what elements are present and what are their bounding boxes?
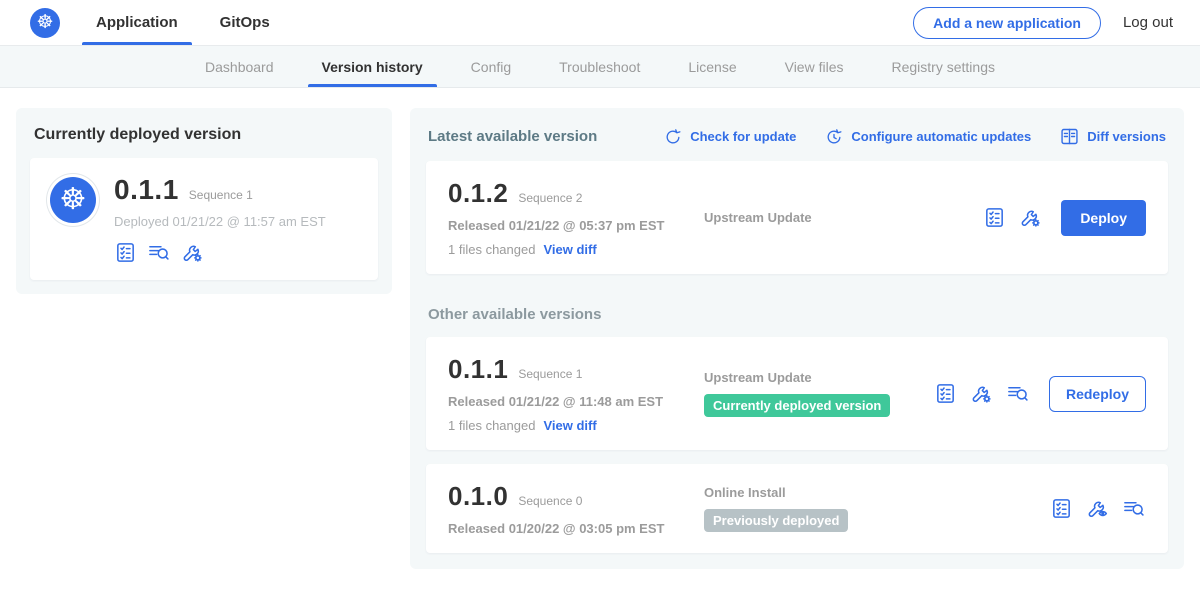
edit-config-icon[interactable] [970,382,993,405]
tab-view-files[interactable]: View files [761,46,868,87]
configure-automatic-updates-label: Configure automatic updates [851,129,1031,144]
deployed-action-icons [114,241,326,264]
sub-nav: Dashboard Version history Config Trouble… [0,46,1200,88]
preflight-checklist-icon[interactable] [934,382,957,405]
check-for-update-label: Check for update [690,129,796,144]
released-date: Released 01/21/22 @ 05:37 pm EST [448,218,704,233]
logs-icon[interactable] [1006,382,1030,405]
sequence-label: Sequence 2 [518,191,582,205]
edit-config-icon[interactable] [1019,206,1042,229]
logout-link[interactable]: Log out [1123,14,1173,31]
diff-versions-label: Diff versions [1087,129,1166,144]
files-changed-label: 1 files changed [448,418,535,433]
released-date: Released 01/21/22 @ 11:48 am EST [448,394,704,409]
currently-deployed-title: Currently deployed version [34,126,374,144]
deployed-version-card: ☸ 0.1.1 Sequence 1 Deployed 01/21/22 @ 1… [30,158,378,280]
preflight-checklist-icon[interactable] [983,206,1006,229]
tab-license[interactable]: License [664,46,760,87]
version-source-label: Upstream Update [704,370,812,385]
app-tabs: Application GitOps [82,0,298,45]
version-card-0-1-1: 0.1.1 Sequence 1 Released 01/21/22 @ 11:… [426,337,1168,450]
view-config-icon[interactable] [1086,497,1109,520]
deployed-sequence-label: Sequence 1 [189,188,253,202]
version-source-label: Upstream Update [704,210,812,225]
version-number: 0.1.1 [448,354,508,385]
kubernetes-helm-icon: ☸ [30,8,60,38]
tab-dashboard[interactable]: Dashboard [181,46,298,87]
refresh-icon [663,127,683,147]
tab-registry-settings[interactable]: Registry settings [868,46,1019,87]
sequence-label: Sequence 0 [518,494,582,508]
tab-application[interactable]: Application [82,0,192,45]
version-card-0-1-2: 0.1.2 Sequence 2 Released 01/21/22 @ 05:… [426,161,1168,274]
version-card-0-1-0: 0.1.0 Sequence 0 Released 01/20/22 @ 03:… [426,464,1168,553]
version-actions: Redeploy [934,376,1146,412]
edit-config-icon[interactable] [181,241,204,264]
version-actions [1050,497,1146,520]
released-date: Released 01/20/22 @ 03:05 pm EST [448,521,704,536]
tab-troubleshoot[interactable]: Troubleshoot [535,46,664,87]
preflight-checklist-icon[interactable] [114,241,137,264]
redeploy-button[interactable]: Redeploy [1049,376,1146,412]
configure-automatic-updates-link[interactable]: Configure automatic updates [824,127,1031,147]
logs-icon[interactable] [1122,497,1146,520]
kubernetes-helm-icon: ☸ [50,177,96,223]
view-diff-link[interactable]: View diff [543,242,596,257]
deployed-date: Deployed 01/21/22 @ 11:57 am EST [114,214,326,229]
check-for-update-link[interactable]: Check for update [663,127,796,147]
tab-config[interactable]: Config [447,46,535,87]
version-number: 0.1.2 [448,178,508,209]
version-actions: Deploy [983,200,1146,236]
currently-deployed-badge: Currently deployed version [704,394,890,417]
view-diff-link[interactable]: View diff [543,418,596,433]
preflight-checklist-icon[interactable] [1050,497,1073,520]
top-nav: ☸ Application GitOps Add a new applicati… [0,0,1200,46]
version-number: 0.1.0 [448,481,508,512]
logs-icon[interactable] [147,241,171,264]
tab-gitops[interactable]: GitOps [206,0,284,45]
schedule-update-icon [824,127,844,147]
version-history-panel: Latest available version Check for updat… [410,108,1184,569]
latest-available-title: Latest available version [428,128,597,145]
deployed-version-number: 0.1.1 [114,174,179,206]
other-available-versions-title: Other available versions [428,306,1166,323]
previously-deployed-badge: Previously deployed [704,509,848,532]
tab-version-history[interactable]: Version history [298,46,447,87]
diff-versions-link[interactable]: Diff versions [1059,126,1166,147]
files-changed-label: 1 files changed [448,242,535,257]
add-new-application-button[interactable]: Add a new application [913,7,1101,39]
main-content: Currently deployed version ☸ 0.1.1 Seque… [0,88,1200,589]
version-source-label: Online Install [704,485,786,500]
diff-icon [1059,126,1080,147]
sequence-label: Sequence 1 [518,367,582,381]
currently-deployed-panel: Currently deployed version ☸ 0.1.1 Seque… [16,108,392,294]
deploy-button[interactable]: Deploy [1061,200,1146,236]
